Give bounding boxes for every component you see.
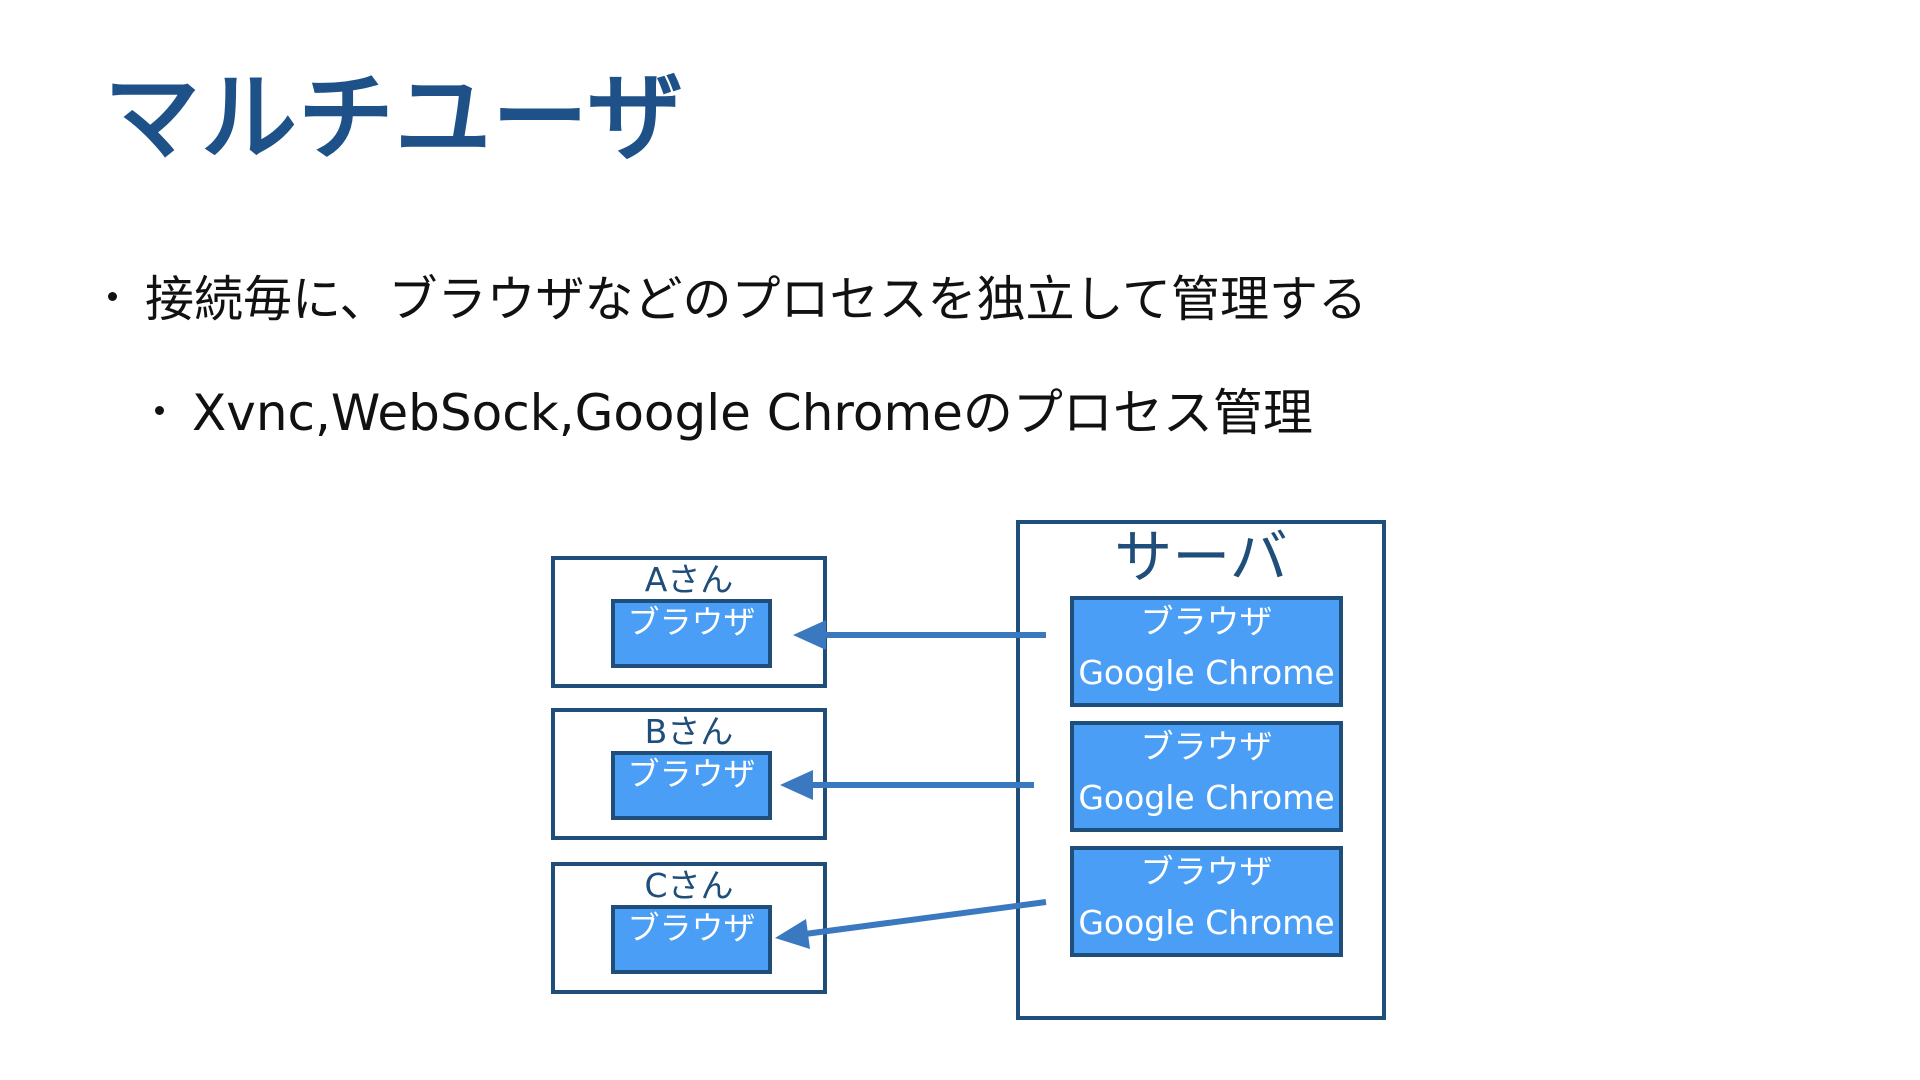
client-browser: ブラウザ <box>611 905 772 974</box>
client-browser-label: ブラウザ <box>627 603 756 641</box>
client-box-b: Bさん ブラウザ <box>551 708 827 840</box>
server-label: サーバ <box>1114 523 1288 591</box>
bullet-level-1: 接続毎に、ブラウザなどのプロセスを独立して管理する <box>108 275 1367 324</box>
bullet-dot <box>155 406 164 415</box>
bullet-level-2: Xvnc,WebSock,Google Chromeのプロセス管理 <box>155 388 1313 438</box>
bullet-text: 接続毎に、ブラウザなどのプロセスを独立して管理する <box>145 271 1368 328</box>
arrow-to-a <box>793 620 1046 650</box>
client-box-c: Cさん ブラウザ <box>551 862 827 994</box>
client-browser-label: ブラウザ <box>627 909 756 947</box>
client-label: Bさん <box>644 712 734 751</box>
server-process: ブラウザ Google Chrome <box>1070 721 1343 832</box>
client-browser-label: ブラウザ <box>627 755 756 793</box>
server-process: ブラウザ Google Chrome <box>1070 596 1343 707</box>
process-app: Google Chrome <box>1078 903 1335 942</box>
client-browser: ブラウザ <box>611 599 772 668</box>
server-process: ブラウザ Google Chrome <box>1070 846 1343 957</box>
slide-title: マルチユーザ <box>104 62 685 174</box>
process-app: Google Chrome <box>1078 778 1335 817</box>
process-name: ブラウザ <box>1140 727 1273 766</box>
bullet-text: Xvnc,WebSock,Google Chromeのプロセス管理 <box>192 384 1313 442</box>
client-browser: ブラウザ <box>611 751 772 820</box>
client-box-a: Aさん ブラウザ <box>551 556 827 688</box>
client-label: Aさん <box>644 560 734 599</box>
server-box: サーバ ブラウザ Google Chrome ブラウザ Google Chrom… <box>1016 520 1386 1020</box>
process-app: Google Chrome <box>1078 653 1335 692</box>
process-name: ブラウザ <box>1140 602 1273 641</box>
process-name: ブラウザ <box>1140 852 1273 891</box>
client-label: Cさん <box>644 866 734 905</box>
bullet-dot <box>108 292 117 301</box>
